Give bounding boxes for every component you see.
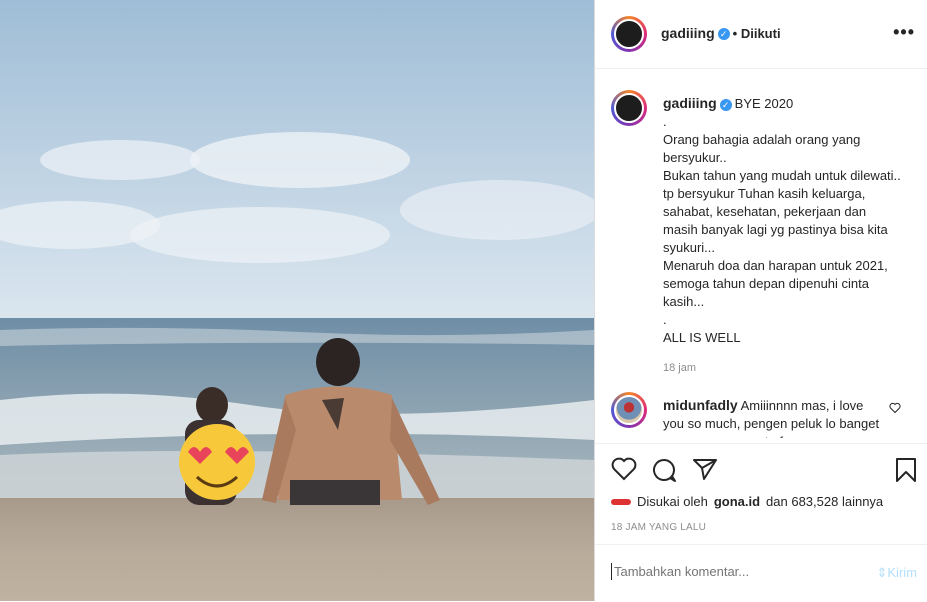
heart-eyes-emoji [179,424,255,500]
caption-line: ALL IS WELL [663,330,741,345]
add-comment-input[interactable] [611,563,856,580]
share-icon[interactable] [692,457,718,486]
caption-line: gadiiing ✓ BYE 2020 [663,94,903,113]
verified-icon: ✓ [717,28,730,41]
liker-avatar [611,498,631,505]
comment-bubble-icon[interactable] [651,457,677,488]
verified-icon: ✓ [719,98,732,111]
likes-user[interactable]: gona.id [714,494,760,509]
posted-ago[interactable]: 18 JAM YANG LALU [611,522,706,533]
likes-prefix: Disukai oleh [637,494,708,509]
caption-line: . [663,312,667,327]
commenter-username[interactable]: midunfadly [663,397,738,413]
post-photo[interactable] [0,0,594,601]
caption-block: gadiiing ✓ BYE 2020 . Orang bahagia adalah… [663,94,903,377]
caption-author-avatar[interactable] [611,90,647,126]
caption-author-username[interactable]: gadiiing [663,95,717,111]
commenter-avatar[interactable] [611,392,647,428]
caption-line: Orang bahagia adalah orang yang bersyuku… [663,132,861,165]
author-username[interactable]: gadiiing [661,25,715,41]
submit-comment-button[interactable]: ⇕Kirim [876,565,917,581]
caption-line: . [663,114,667,129]
caption-line: Bukan tahun yang mudah untuk dilewati.. … [663,168,901,255]
save-bookmark-icon[interactable] [895,457,917,488]
comment-item: midunfadly Amiiinnnn mas, i love you so … [663,396,883,438]
caption-line: Menaruh doa dan harapan untuk 2021, semo… [663,258,888,309]
caption-time[interactable]: 18 jam [663,359,903,377]
header-author-line: gadiiing ✓ • Diikuti [661,25,781,41]
follow-status[interactable]: • Diikuti [733,26,781,41]
likes-summary[interactable]: Disukai oleh gona.id dan 683,528 lainnya [611,494,883,509]
likes-suffix[interactable]: dan 683,528 lainnya [766,494,883,509]
comment-like-icon[interactable] [889,402,901,417]
author-avatar[interactable] [611,16,647,52]
post-header: gadiiing ✓ • Diikuti ••• [595,0,927,69]
caption-text: BYE 2020 [734,96,794,111]
beach-photo-image [0,0,594,601]
action-bar: Disukai oleh gona.id dan 683,528 lainnya… [595,443,927,554]
more-options-icon[interactable]: ••• [893,22,915,43]
add-comment-bar: ⇕Kirim [595,544,927,602]
post-sidebar: gadiiing ✓ • Diikuti ••• gadiiing ✓ BYE 2020… [594,0,927,601]
like-heart-icon[interactable] [611,457,637,486]
submit-comment-label: Kirim [887,565,917,580]
